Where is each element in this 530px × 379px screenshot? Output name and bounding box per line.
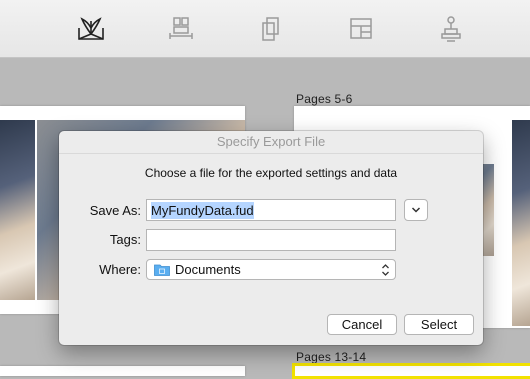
- page-label-5-6: Pages 5-6: [296, 92, 353, 106]
- updown-arrows-icon: [382, 264, 389, 276]
- chevron-down-icon: [411, 207, 421, 213]
- where-label: Where:: [99, 262, 141, 277]
- spread-photo: [0, 120, 35, 300]
- expand-dialog-button[interactable]: [404, 199, 428, 221]
- select-button[interactable]: Select: [404, 314, 474, 335]
- template-layout-icon[interactable]: [344, 12, 378, 46]
- spread-photo: [512, 120, 530, 326]
- tags-input[interactable]: [146, 229, 396, 251]
- dialog-title: Specify Export File: [59, 131, 483, 154]
- spread-pages-13-14[interactable]: [292, 363, 530, 379]
- copy-pages-icon[interactable]: [254, 12, 288, 46]
- export-file-dialog: Specify Export File Choose a file for th…: [59, 131, 483, 345]
- pages-layout-icon[interactable]: [164, 12, 198, 46]
- save-as-value: MyFundyData.fud: [151, 201, 254, 219]
- dialog-message: Choose a file for the exported settings …: [144, 166, 398, 180]
- stamp-icon[interactable]: [434, 12, 468, 46]
- save-as-label: Save As:: [89, 203, 141, 218]
- save-as-input[interactable]: MyFundyData.fud: [146, 199, 396, 221]
- cancel-button[interactable]: Cancel: [327, 314, 397, 335]
- where-value: Documents: [175, 262, 241, 277]
- folder-icon: [154, 264, 170, 276]
- tags-label: Tags:: [109, 232, 141, 247]
- page-label-13-14: Pages 13-14: [296, 350, 367, 364]
- where-select[interactable]: Documents: [146, 259, 396, 280]
- toolbar: [0, 0, 530, 58]
- spread-bottom-left[interactable]: [0, 366, 245, 376]
- book-open-icon[interactable]: [74, 12, 108, 46]
